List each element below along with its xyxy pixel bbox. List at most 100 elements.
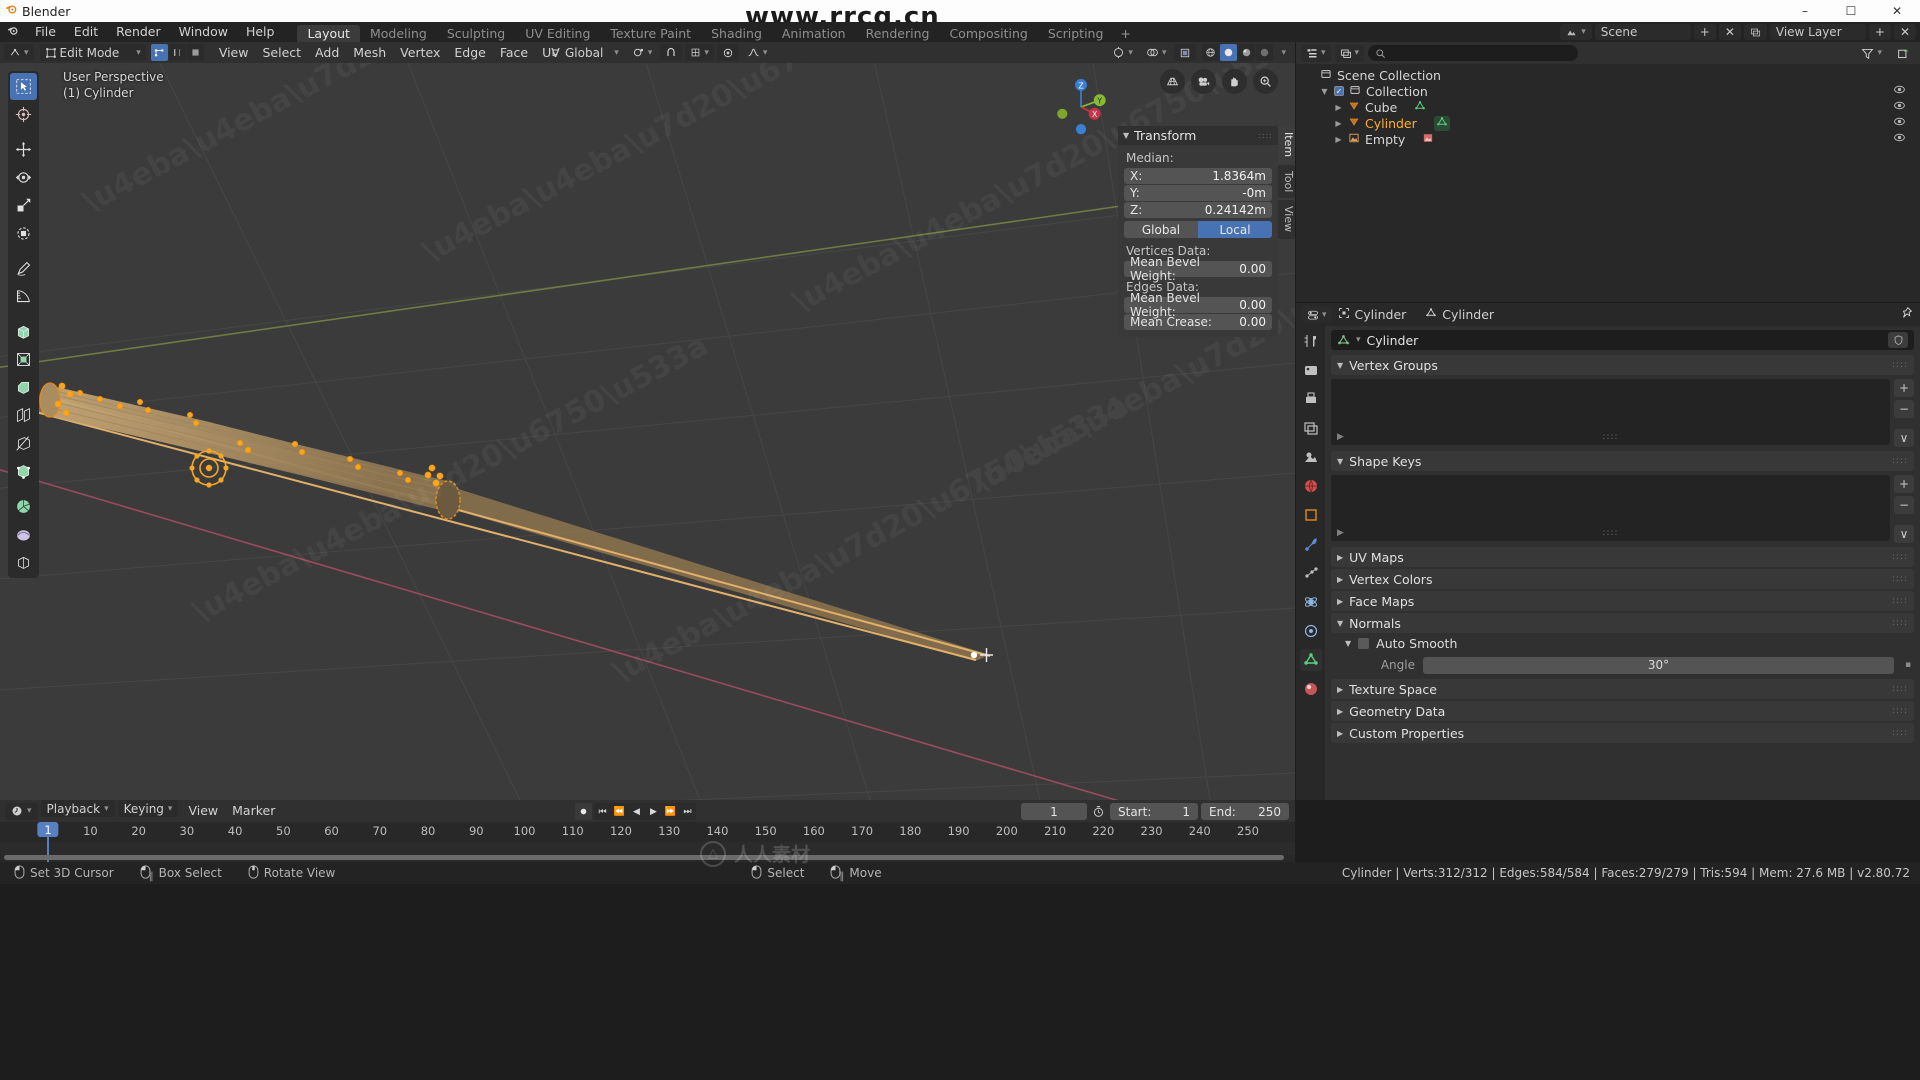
snap-target-button[interactable]: ▾ [685, 44, 714, 61]
auto-smooth-row[interactable]: ▼ Auto Smooth [1331, 633, 1914, 653]
properties-object-tab[interactable] [1300, 504, 1322, 526]
record-icon[interactable] [575, 803, 592, 820]
list-resize-grip[interactable]: :::: [1602, 528, 1618, 538]
tool-tweak-select-box[interactable] [10, 73, 37, 100]
workspace-tab-scripting[interactable]: Scripting [1038, 25, 1114, 42]
grid-icon[interactable] [1160, 69, 1185, 94]
camera-icon[interactable] [1191, 69, 1216, 94]
rendered-shading-button[interactable] [1256, 44, 1274, 61]
list-expand-arrow[interactable]: ▶ [1337, 432, 1344, 442]
add-item-button[interactable]: + [1894, 379, 1914, 397]
tool-rotate[interactable] [10, 164, 37, 191]
tool-move[interactable] [10, 136, 37, 163]
image-data-icon[interactable] [1422, 132, 1434, 147]
transform-row[interactable]: Y: -0m [1124, 185, 1272, 201]
tool-annotate[interactable] [10, 255, 37, 282]
breadcrumb-item[interactable]: Cylinder [1442, 307, 1494, 322]
pivot-point-button[interactable]: ▾ [627, 44, 658, 61]
editor-type-button[interactable]: ▾ [4, 44, 34, 61]
outliner-row-collection[interactable]: ▼ ✓ Collection [1296, 83, 1920, 99]
tool-measure[interactable] [10, 283, 37, 310]
edge-select-mode-button[interactable] [168, 44, 186, 61]
remove-view-layer-button[interactable]: ✕ [1893, 24, 1916, 40]
empty-list[interactable]: ▶:::: [1331, 379, 1890, 445]
workspace-tab-layout[interactable]: Layout [297, 25, 360, 42]
snap-magnet-button[interactable] [660, 44, 683, 61]
expand-chevron[interactable]: ▶ [1334, 135, 1343, 144]
view-layer-icon[interactable] [1743, 24, 1767, 40]
expand-chevron[interactable]: ▼ [1320, 87, 1329, 96]
tool-extrude-region[interactable] [10, 318, 37, 345]
mesh-data-icon[interactable] [1433, 115, 1450, 131]
minimize-button[interactable]: – [1782, 0, 1828, 22]
visibility-eye-icon[interactable] [1893, 131, 1906, 147]
timeline-ruler[interactable]: 10 20 30 40 50 60 70 80 90 100 110 120 130 140 150 160 1… [0, 822, 1295, 842]
menu-edit[interactable]: Edit [65, 22, 107, 42]
face-select-mode-button[interactable] [186, 44, 204, 61]
list-resize-grip[interactable]: :::: [1602, 432, 1618, 442]
properties-scene-tab[interactable] [1300, 446, 1322, 468]
properties-world-tab[interactable] [1300, 475, 1322, 497]
vertex-select-mode-button[interactable] [150, 44, 168, 61]
panel-header-geometry-data[interactable]: ▶ Geometry Data:::: [1331, 701, 1914, 721]
new-collection-icon[interactable] [1892, 45, 1915, 62]
menu-help[interactable]: Help [237, 22, 284, 42]
panel-header-texture-space[interactable]: ▶ Texture Space:::: [1331, 679, 1914, 699]
side-tab-item[interactable]: Item [1278, 126, 1295, 164]
filter-icon[interactable]: ▾ [1856, 45, 1887, 62]
gizmo-toggle-button[interactable]: ▾ [1107, 44, 1138, 61]
workspace-tab-sculpting[interactable]: Sculpting [437, 25, 515, 42]
list-menu-button[interactable]: ∨ [1894, 525, 1914, 543]
new-view-layer-button[interactable]: + [1868, 24, 1891, 40]
workspace-tab-animation[interactable]: Animation [772, 25, 856, 42]
viewport-menu-edge[interactable]: Edge [447, 42, 492, 63]
viewport-menu-vertex[interactable]: Vertex [393, 42, 447, 63]
empty-list[interactable]: ▶:::: [1331, 475, 1890, 541]
transform-row[interactable]: X: 1.8364m [1124, 168, 1272, 184]
properties-particles-tab[interactable] [1300, 562, 1322, 584]
workspace-tab-+[interactable]: + [1113, 25, 1137, 42]
panel-header-vertex-groups[interactable]: ▼ Vertex Groups:::: [1331, 355, 1914, 375]
current-frame-field[interactable]: 1 [1021, 803, 1087, 820]
viewport-menu-select[interactable]: Select [255, 42, 308, 63]
panel-header-custom-properties[interactable]: ▶ Custom Properties:::: [1331, 723, 1914, 743]
properties-output-tab[interactable] [1300, 388, 1322, 410]
menu-window[interactable]: Window [170, 22, 237, 42]
properties-constraints-tab[interactable] [1300, 620, 1322, 642]
remove-item-button[interactable]: − [1894, 400, 1914, 418]
mesh-data-icon[interactable] [1414, 100, 1426, 115]
viewport-menu-face[interactable]: Face [493, 42, 535, 63]
overlays-toggle-button[interactable]: ▾ [1141, 44, 1172, 61]
expand-chevron[interactable]: ▶ [1334, 119, 1343, 128]
start-frame-value[interactable]: 1 [1182, 805, 1190, 819]
solid-shading-button[interactable] [1220, 44, 1238, 61]
properties-render-tab[interactable] [1300, 359, 1322, 381]
transform-row[interactable]: Mean Bevel Weight: 0.00 [1124, 291, 1272, 319]
list-expand-arrow[interactable]: ▶ [1337, 528, 1344, 538]
space-option-global[interactable]: Global [1124, 221, 1198, 238]
add-item-button[interactable]: + [1894, 475, 1914, 493]
panel-header-shape-keys[interactable]: ▼ Shape Keys:::: [1331, 451, 1914, 471]
visibility-eye-icon[interactable] [1893, 83, 1906, 99]
panel-grip[interactable]: :::: [1892, 456, 1908, 466]
tool-spin[interactable] [10, 493, 37, 520]
scene-name-field[interactable]: Scene [1594, 24, 1691, 40]
next-keyframe-button[interactable]: ⏩ [662, 803, 679, 820]
expand-chevron[interactable]: ▶ [1334, 103, 1343, 112]
properties-editor-type-button[interactable]: ▾ [1302, 306, 1332, 323]
outliner-search-input[interactable] [1368, 45, 1579, 61]
panel-header-normals[interactable]: ▼ Normals:::: [1331, 613, 1914, 633]
close-button[interactable]: ✕ [1874, 0, 1920, 22]
panel-grip[interactable]: :::: [1892, 684, 1908, 694]
collection-checkbox[interactable]: ✓ [1334, 86, 1344, 96]
prev-keyframe-button[interactable]: ⏪ [611, 803, 628, 820]
animate-property-dot[interactable]: ▪ [1902, 660, 1914, 670]
properties-physics-tab[interactable] [1300, 591, 1322, 613]
properties-modifier-tab[interactable] [1300, 533, 1322, 555]
transform-orientation-button[interactable]: Global ▾ [545, 44, 624, 61]
fake-user-icon[interactable] [1888, 332, 1908, 348]
panel-header-vertex-colors[interactable]: ▶ Vertex Colors:::: [1331, 569, 1914, 589]
workspace-tab-rendering[interactable]: Rendering [856, 25, 940, 42]
viewport-menu-add[interactable]: Add [308, 42, 346, 63]
play-reverse-button[interactable]: ◀ [628, 803, 645, 820]
